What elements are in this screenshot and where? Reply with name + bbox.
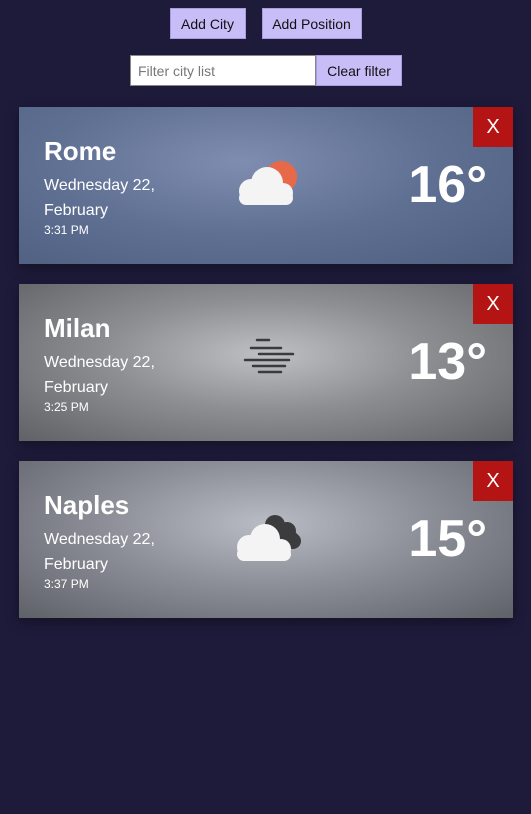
city-name: Milan: [44, 313, 111, 343]
add-city-button[interactable]: Add City: [169, 8, 246, 39]
toolbar: Add City Add Position: [0, 8, 531, 39]
city-card-naples: X Naples Wednesday 22, February 3:37 PM …: [19, 461, 513, 618]
remove-city-button[interactable]: X: [473, 284, 513, 324]
city-card-rome: X Rome Wednesday 22, February 3:31 PM 16…: [19, 107, 513, 264]
city-date: Wednesday 22, February: [44, 354, 155, 396]
cloudy-icon: [229, 509, 305, 565]
city-name: Naples: [44, 490, 130, 520]
city-card-milan: X Milan Wednesday 22, February 3:25 PM 1…: [19, 284, 513, 441]
city-time: 3:31 PM: [44, 223, 89, 237]
partly-cloudy-icon: [229, 155, 305, 211]
filter-row: Clear filter: [130, 55, 402, 86]
temperature: 13°: [408, 333, 487, 391]
clear-filter-button[interactable]: Clear filter: [316, 55, 402, 86]
temperature: 16°: [408, 156, 487, 214]
city-date: Wednesday 22, February: [44, 177, 155, 219]
remove-city-button[interactable]: X: [473, 107, 513, 147]
filter-city-input[interactable]: [130, 55, 316, 86]
city-time: 3:25 PM: [44, 400, 89, 414]
city-date: Wednesday 22, February: [44, 531, 155, 573]
remove-city-button[interactable]: X: [473, 461, 513, 501]
city-time: 3:37 PM: [44, 577, 89, 591]
temperature: 15°: [408, 510, 487, 568]
fog-icon: [229, 332, 305, 388]
add-position-button[interactable]: Add Position: [261, 8, 362, 39]
city-name: Rome: [44, 136, 117, 166]
